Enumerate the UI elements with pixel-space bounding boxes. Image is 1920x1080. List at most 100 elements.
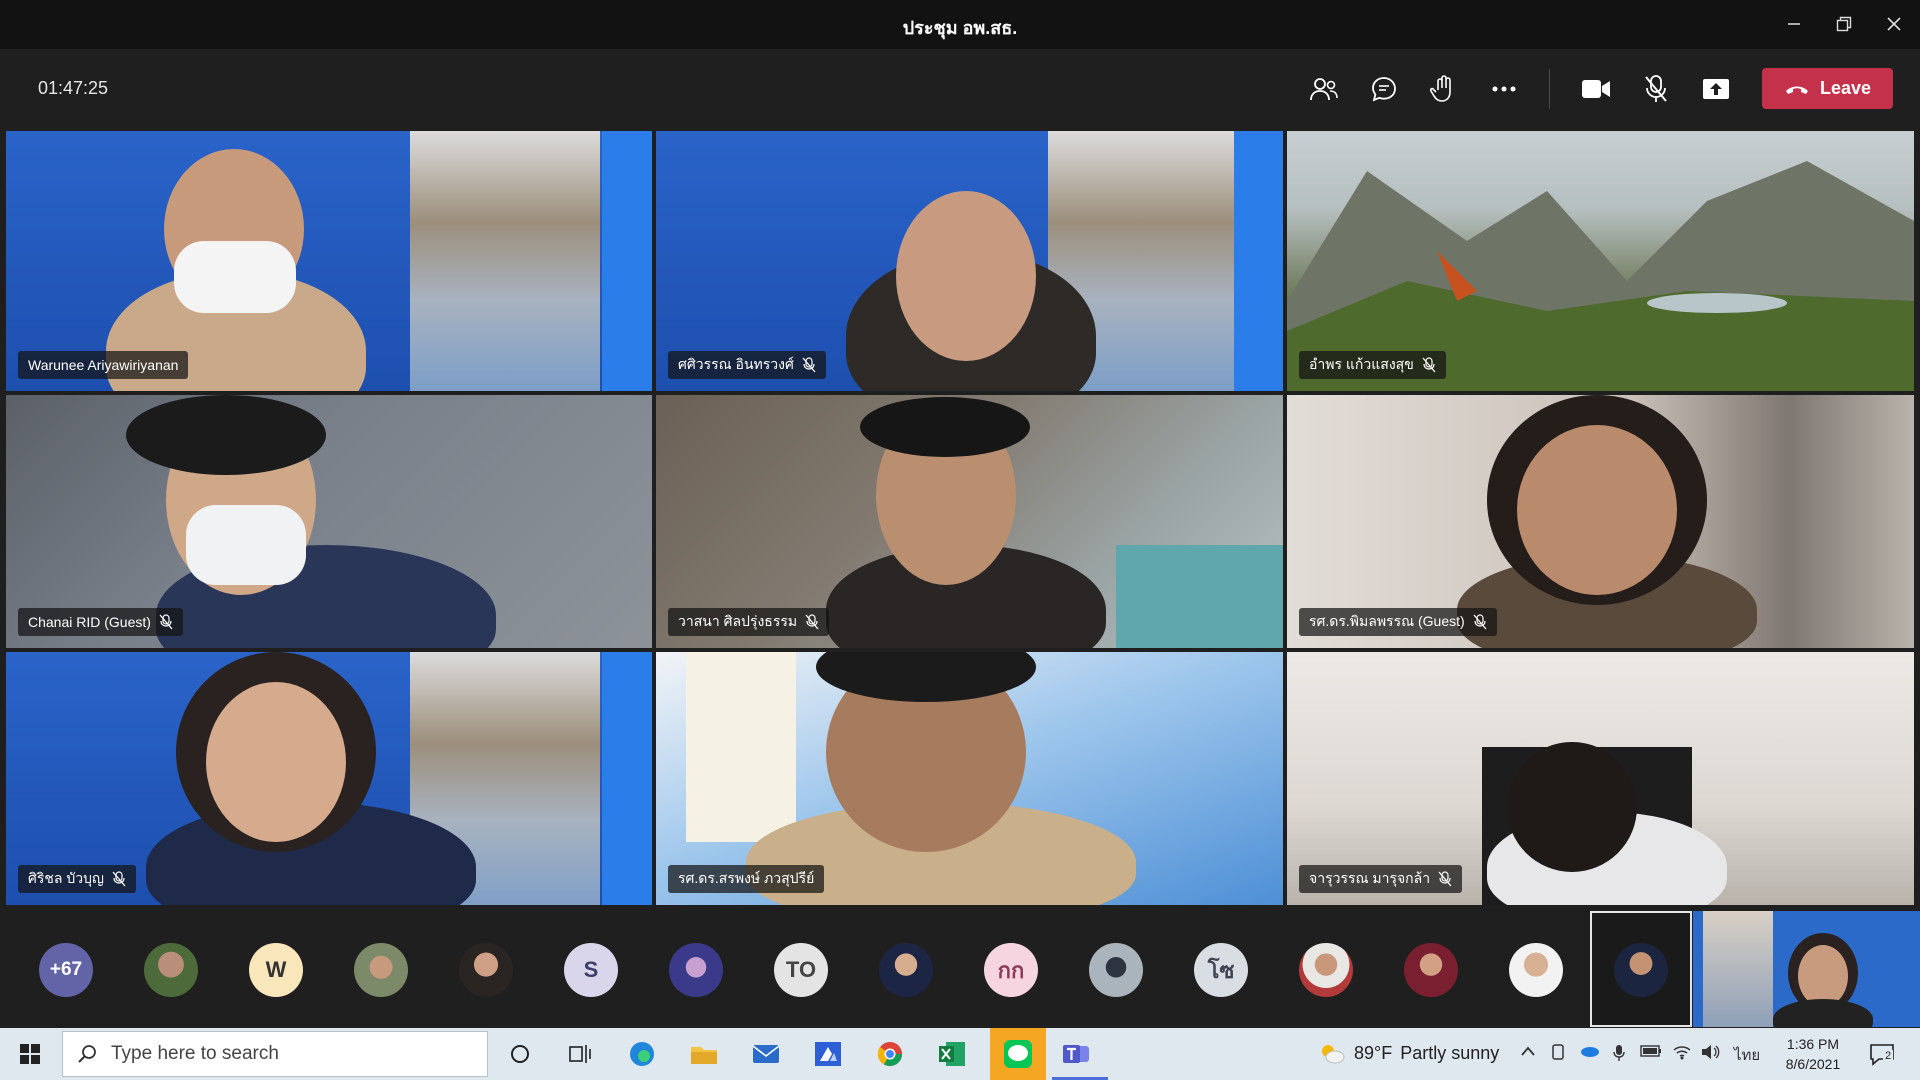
video-tile[interactable]: Warunee Ariyawiriyanan: [6, 131, 652, 391]
leave-button[interactable]: Leave: [1762, 68, 1893, 109]
wifi-icon: [1673, 1046, 1691, 1060]
leave-label: Leave: [1819, 78, 1872, 98]
participant-avatar[interactable]: [1089, 943, 1143, 997]
volume-tray-icon[interactable]: [1700, 1044, 1720, 1064]
more-participants-button[interactable]: +67: [39, 943, 93, 997]
start-button[interactable]: [6, 1034, 54, 1074]
video-tile[interactable]: จารุวรรณ มารุจกล้า: [1287, 652, 1914, 905]
participant-avatar[interactable]: [144, 943, 198, 997]
mail-taskbar-button[interactable]: [742, 1034, 790, 1074]
participant-head: [896, 191, 1036, 361]
battery-icon: [1640, 1045, 1661, 1057]
input-language-indicator[interactable]: ไทย: [1734, 1043, 1760, 1067]
microphone-tray-icon[interactable]: [1612, 1044, 1626, 1066]
clock-time: 1:36 PM: [1786, 1036, 1840, 1052]
app-taskbar-button[interactable]: [804, 1034, 852, 1074]
teams-meeting-window: ประชุม อพ.สธ. 01:47:25 Leave Warunee Ari…: [0, 0, 1920, 1080]
participant-avatar[interactable]: [1509, 943, 1563, 997]
self-view[interactable]: [1590, 911, 1692, 1027]
video-tile[interactable]: Chanai RID (Guest): [6, 395, 652, 648]
teams-icon: [1063, 1045, 1089, 1063]
camera-icon: [1582, 80, 1610, 98]
face-mask: [174, 241, 296, 313]
participant-avatar[interactable]: โซ: [1194, 943, 1248, 997]
partly-sunny-icon: [1322, 1045, 1345, 1064]
show-hidden-icons-button[interactable]: [1520, 1044, 1536, 1061]
search-placeholder: Type here to search: [111, 1043, 279, 1064]
line-taskbar-button[interactable]: [990, 1028, 1046, 1080]
face-mask: [186, 505, 306, 585]
action-center-button[interactable]: 2: [1866, 1038, 1898, 1070]
mic-off-icon: [1438, 871, 1452, 887]
notification-count: 2: [1883, 1050, 1894, 1062]
avatar-initials: S: [583, 957, 599, 982]
avatar-initials: กก: [997, 957, 1025, 983]
onedrive-tray-icon[interactable]: [1578, 1044, 1600, 1062]
participant-avatar[interactable]: S: [564, 943, 618, 997]
more-actions-button[interactable]: [1482, 67, 1526, 111]
hang-up-icon: [1785, 86, 1808, 94]
chrome-taskbar-button[interactable]: [866, 1034, 914, 1074]
participant-avatar[interactable]: [1404, 943, 1458, 997]
restore-button[interactable]: [1824, 8, 1864, 40]
participant-avatar[interactable]: TO: [774, 943, 828, 997]
microphone-button[interactable]: [1634, 67, 1678, 111]
video-tile[interactable]: อำพร แก้วแสงสุข: [1287, 131, 1914, 391]
mic-off-icon: [159, 614, 173, 630]
participant-avatar[interactable]: [354, 943, 408, 997]
participant-avatar[interactable]: [879, 943, 933, 997]
clock-date: 8/6/2021: [1785, 1056, 1841, 1072]
excel-taskbar-button[interactable]: [928, 1034, 976, 1074]
participant-head: [1798, 945, 1848, 1007]
background-logo: [670, 141, 770, 211]
participant-avatar[interactable]: [459, 943, 513, 997]
minimize-button[interactable]: [1774, 8, 1814, 40]
participant-name: จารุวรรณ มารุจกล้า: [1309, 870, 1431, 886]
background-strip: [602, 131, 652, 391]
participants-button[interactable]: [1302, 67, 1346, 111]
video-tile[interactable]: ศิริชล บัวบุญ: [6, 652, 652, 905]
video-tile[interactable]: รศ.ดร.สรพงษ์ ภวสุปรีย์: [656, 652, 1283, 905]
participants-strip: +67 W S TO กก โซ: [0, 909, 1920, 1028]
camera-button[interactable]: [1574, 67, 1618, 111]
cortana-button[interactable]: [496, 1034, 544, 1074]
participant-avatar[interactable]: กก: [984, 943, 1038, 997]
close-button[interactable]: [1874, 8, 1914, 40]
wifi-tray-icon[interactable]: [1672, 1044, 1692, 1064]
video-tile[interactable]: วาสนา ศิลปรุ่งธรรม: [656, 395, 1283, 648]
background-poster: [1703, 911, 1773, 1027]
minimize-icon: [1788, 23, 1800, 25]
video-tile[interactable]: รศ.ดร.พิมลพรรณ (Guest): [1287, 395, 1914, 648]
weather-widget[interactable]: 89°F Partly sunny: [1318, 1042, 1499, 1064]
participant-hair: [1507, 742, 1637, 872]
weather-temp: 89°F: [1354, 1042, 1393, 1063]
pinned-video[interactable]: [1693, 911, 1920, 1027]
windows-taskbar: Type here to search 89°F Partly sunny ไท…: [0, 1028, 1920, 1080]
battery-tray-icon[interactable]: [1640, 1044, 1662, 1062]
weather-description: Partly sunny: [1400, 1042, 1500, 1063]
participant-name-tag: Warunee Ariyawiriyanan: [18, 351, 189, 379]
video-tile[interactable]: ศศิวรรณ อินทรวงศ์: [656, 131, 1283, 391]
task-view-button[interactable]: [556, 1034, 604, 1074]
background-logo: [20, 662, 120, 732]
participant-avatar[interactable]: [669, 943, 723, 997]
tray-device-icon[interactable]: [1550, 1044, 1566, 1066]
participant-hair: [860, 397, 1030, 457]
edge-taskbar-button[interactable]: [618, 1034, 666, 1074]
participant-name-tag: อำพร แก้วแสงสุข: [1299, 351, 1446, 379]
chrome-icon: [877, 1042, 902, 1067]
reactions-button[interactable]: [1422, 67, 1466, 111]
participant-avatar[interactable]: W: [249, 943, 303, 997]
avatar-initials: TO: [785, 957, 817, 982]
participant-body: [1773, 999, 1873, 1027]
share-icon: [1703, 79, 1729, 99]
cortana-icon: [511, 1045, 529, 1063]
share-content-button[interactable]: [1694, 67, 1738, 111]
taskbar-clock[interactable]: 1:36 PM 8/6/2021: [1772, 1034, 1854, 1074]
file-explorer-taskbar-button[interactable]: [680, 1034, 728, 1074]
chat-button[interactable]: [1362, 67, 1406, 111]
participant-avatar[interactable]: [1299, 943, 1353, 997]
teams-taskbar-button[interactable]: [1052, 1034, 1100, 1074]
taskbar-search-box[interactable]: Type here to search: [62, 1031, 488, 1077]
search-icon: [78, 1045, 96, 1063]
